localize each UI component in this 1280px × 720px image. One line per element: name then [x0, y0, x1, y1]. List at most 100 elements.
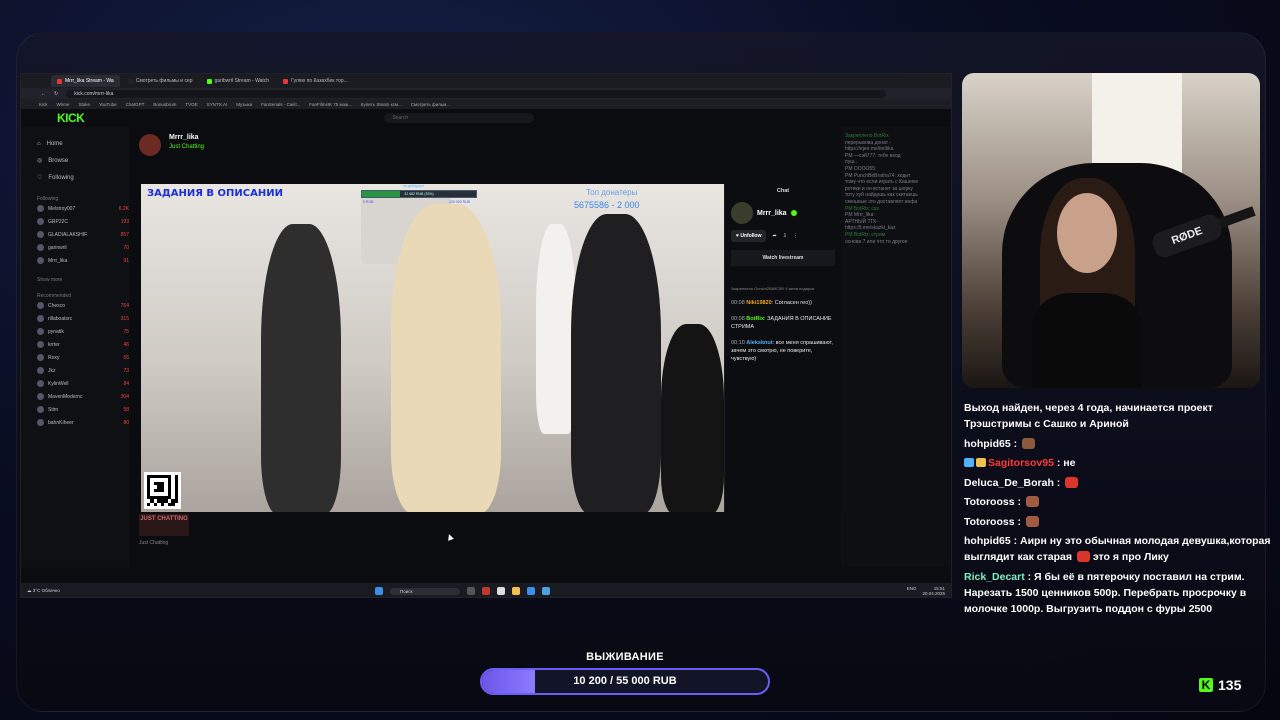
sidebar-channel[interactable]: Jkz 73: [37, 364, 129, 377]
video-player[interactable]: ЗАДАНИЯ В ОПИСАНИИ 32 682 RUB (33%) на д…: [141, 184, 724, 512]
weather-widget[interactable]: ☁ 3°C Облачно: [27, 588, 60, 594]
channel-name: Jkz: [48, 367, 56, 374]
channel-avatar: [37, 315, 44, 322]
windows-start-icon[interactable]: [375, 587, 383, 595]
overlay-chat-text: :: [1053, 476, 1064, 489]
bookmark-item[interactable]: Kick: [39, 102, 48, 107]
taskbar-search[interactable]: Поиск: [390, 587, 460, 595]
chat-username[interactable]: Niki19820: [746, 300, 771, 306]
browser-tab[interactable]: Mrrr_lika Stream - Wa: [51, 75, 120, 87]
back-icon[interactable]: ←: [41, 91, 46, 97]
bookmark-item[interactable]: Wrime: [57, 102, 70, 107]
channel-name: KylinWell: [48, 380, 69, 387]
background-chat-line: перерывова донат -: [845, 139, 892, 146]
sidebar-item-browse[interactable]: ◎ Browse: [37, 152, 129, 169]
watch-livestream-button[interactable]: Watch livestream: [731, 250, 835, 266]
home-icon: ⌂: [37, 140, 41, 147]
search-input[interactable]: Search: [384, 113, 535, 123]
mini-goal-bar: 32 682 RUB (33%): [361, 190, 477, 198]
sidebar-channel[interactable]: MavenModernc 304: [37, 390, 129, 403]
streamer-avatar[interactable]: [731, 202, 753, 224]
streamer-name[interactable]: Mrrr_lika: [169, 134, 204, 141]
sidebar-channel[interactable]: KylinWell 84: [37, 377, 129, 390]
bookmark-item[interactable]: Смотреть фильм...: [411, 102, 450, 107]
share-icon[interactable]: ➦: [772, 233, 776, 239]
kick-topbar: KICK Search: [21, 109, 951, 127]
address-bar[interactable]: kick.com/mrrr-lika: [66, 89, 887, 98]
windows-taskbar: ☁ 3°C Облачно Поиск ENG 15:51 20.04.2025: [21, 583, 951, 597]
donors-title: Топ донатеры: [586, 188, 638, 197]
channel-avatar: [37, 380, 44, 387]
sidebar-channel[interactable]: pynatik 75: [37, 325, 129, 338]
sidebar-channel[interactable]: Melstroy007 6.2K: [37, 202, 129, 215]
webcam-body: [1032, 293, 1142, 388]
folder-icon[interactable]: [512, 587, 520, 595]
stream-category[interactable]: Just Chatting: [169, 144, 204, 150]
language-indicator[interactable]: ENG: [907, 586, 917, 596]
streamer-avatar[interactable]: [139, 134, 161, 156]
sidebar-channel[interactable]: Stim 58: [37, 403, 129, 416]
emote-icon: [1025, 515, 1039, 527]
channel-viewers: 80: [123, 419, 129, 426]
browser-tab-label: Гуляю по Казахбек тор...: [291, 78, 348, 84]
bookmark-item[interactable]: ChatGPT: [126, 102, 145, 107]
bookmark-item[interactable]: YouTube: [99, 102, 117, 107]
browser-tab[interactable]: Гуляю по Казахбек тор...: [277, 75, 354, 87]
overlay-chat-username: Deluca_De_Borah: [964, 476, 1054, 489]
bookmark-item[interactable]: TVOE: [185, 102, 197, 107]
download-icon[interactable]: ⇩: [783, 233, 787, 239]
channel-viewers: 58: [123, 406, 129, 413]
bookmark-item[interactable]: FanFilmsIK 75 мож...: [309, 102, 352, 107]
app-icon[interactable]: [482, 587, 490, 595]
channel-avatar: [37, 419, 44, 426]
sidebar-channel[interactable]: garinwril 70: [37, 241, 129, 254]
weather-desc: Облачно: [41, 588, 60, 593]
bookmark-item[interactable]: SYNTX.AI: [207, 102, 228, 107]
tasks-label: ЗАДАНИЯ В ОПИСАНИИ: [147, 188, 283, 199]
video-person: [536, 224, 576, 434]
sidebar-channel[interactable]: Roxy 56: [37, 351, 129, 364]
sidebar-item-home[interactable]: ⌂ Home: [37, 135, 129, 152]
sidebar-channel[interactable]: GRP22C 193: [37, 215, 129, 228]
app-icon[interactable]: [542, 587, 550, 595]
category-name[interactable]: Just Chatting: [139, 540, 189, 546]
unfollow-button[interactable]: ♥ Unfollow: [731, 230, 767, 242]
bookmark-item[interactable]: Stake: [78, 102, 90, 107]
chat-username[interactable]: BotRix: [746, 316, 764, 322]
sidebar-channel[interactable]: krrter 46: [37, 338, 129, 351]
bookmark-item[interactable]: Купить Steam ксм...: [361, 102, 402, 107]
app-icon[interactable]: [497, 587, 505, 595]
show-more-link[interactable]: Show more: [37, 277, 129, 283]
browser-tab[interactable]: garibwril Stream - Watch: [201, 75, 276, 87]
stream-chat-panel: Chat Mrrr_lika ♥ Unfollow ➦ ⇩ ⋮ Watch li…: [724, 184, 841, 512]
overlay-chat-message: Sagitorsov95 : не: [964, 455, 1276, 471]
bookmark-item[interactable]: FanSerials - Сайт...: [261, 102, 300, 107]
browser-tab[interactable]: Смотреть фильмы и сер: [122, 75, 199, 87]
sidebar-channel[interactable]: GLADIALAKSHIF 857: [37, 228, 129, 241]
chat-text: : Согласен гео)): [771, 300, 812, 306]
sidebar-channel[interactable]: Mrrr_lika 91: [37, 254, 129, 267]
channel-name: Melstroy007: [48, 205, 76, 212]
sidebar-channel[interactable]: Chesco 764: [37, 299, 129, 312]
verified-icon: [790, 210, 797, 216]
chat-username[interactable]: Aleksknut: [746, 340, 772, 346]
background-chat-line: PM Mrrr_lika:: [845, 212, 875, 219]
app-icon[interactable]: [527, 587, 535, 595]
category-thumbnail[interactable]: JUST CHATTING: [139, 514, 189, 536]
kick-logo[interactable]: KICK: [57, 111, 85, 125]
heart-icon: ♡: [37, 175, 43, 181]
sidebar-channel[interactable]: rillaboatsrc 315: [37, 312, 129, 325]
donors-value: 5675586 - 2 000: [574, 200, 640, 210]
clock[interactable]: 15:51 20.04.2025: [922, 586, 945, 596]
app-icon[interactable]: [467, 587, 475, 595]
more-icon[interactable]: ⋮: [793, 233, 798, 239]
bookmark-item[interactable]: Музыка: [236, 102, 252, 107]
sidebar-item-following[interactable]: ♡ Following: [37, 169, 129, 186]
reload-icon[interactable]: ↻: [54, 91, 58, 97]
chat-message: 00:10 Aleksknut: все меня спрашивают, за…: [731, 339, 835, 363]
channel-viewers: 73: [123, 367, 129, 374]
channel-name: Mrrr_lika: [48, 257, 68, 264]
bookmark-item[interactable]: Bonusbrum: [153, 102, 176, 107]
streamer-name[interactable]: Mrrr_lika: [757, 210, 787, 217]
sidebar-channel[interactable]: bahnKiheer 80: [37, 416, 129, 429]
